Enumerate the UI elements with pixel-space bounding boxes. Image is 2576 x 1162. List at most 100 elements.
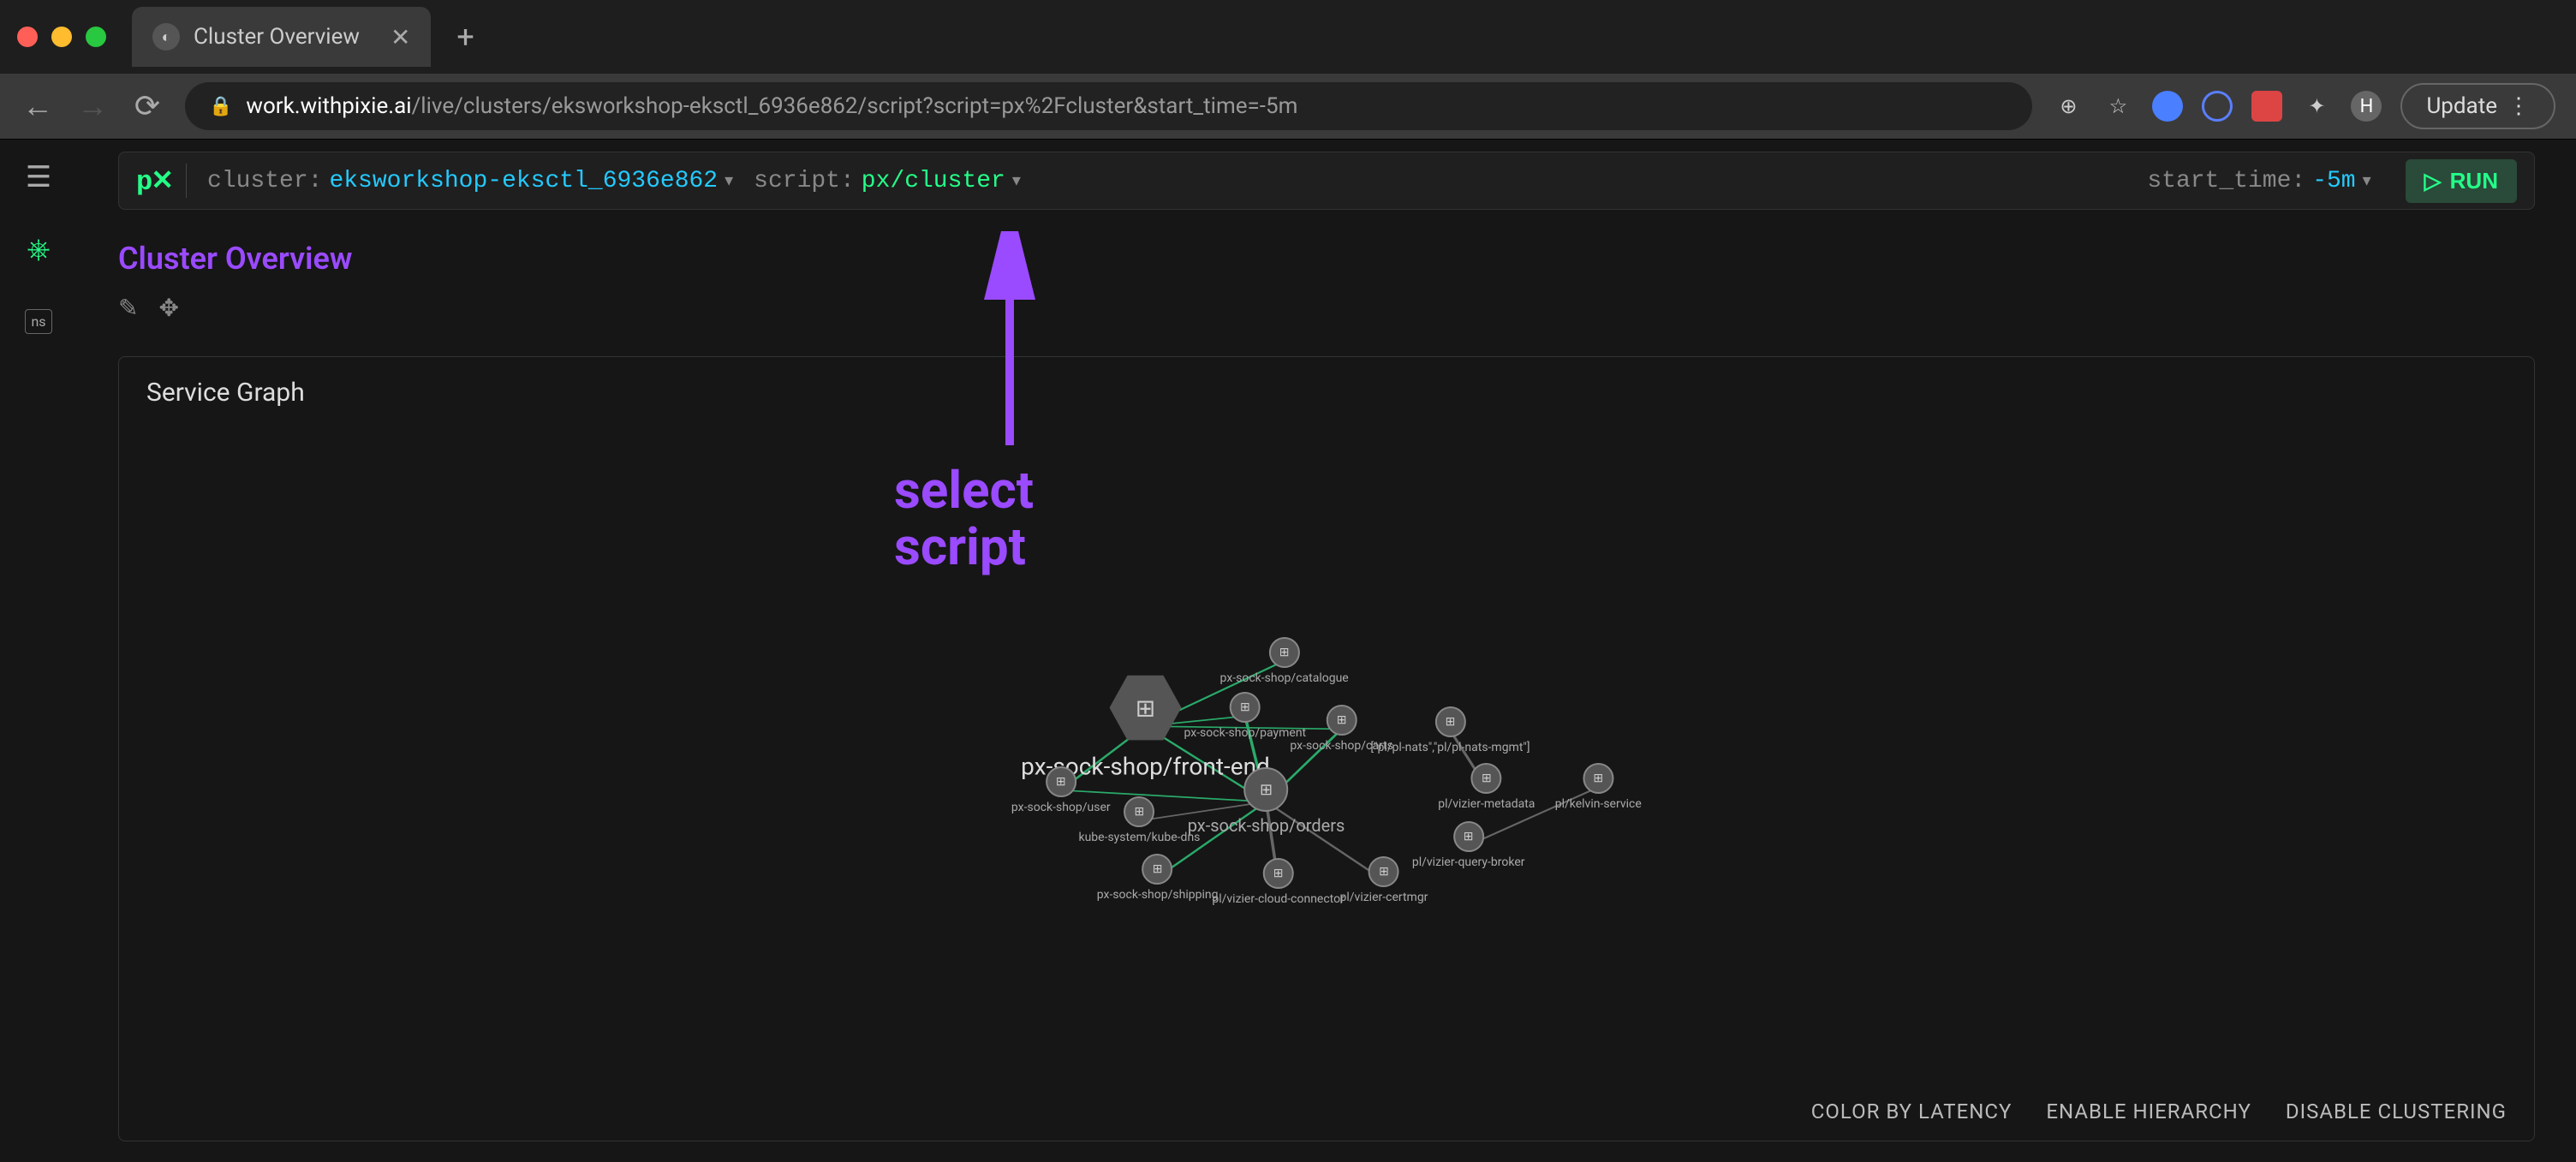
run-label: RUN [2450, 168, 2498, 194]
graph-node[interactable]: ⊞ kube-system/kube-dns [1078, 796, 1200, 844]
new-tab-button[interactable]: + [456, 19, 474, 55]
update-button[interactable]: Update ⋮ [2400, 83, 2555, 129]
node-label: px-sock-shop/shipping [1097, 888, 1219, 902]
graph-node[interactable]: ⊞ px-sock-shop/catalogue [1220, 637, 1349, 685]
lock-icon: 🔒 [209, 96, 232, 117]
script-selector[interactable]: script: px/cluster ▾ [754, 168, 1021, 194]
window-close-icon[interactable] [17, 27, 38, 47]
graph-edges [119, 428, 2534, 1082]
page-title: Cluster Overview [118, 241, 2535, 277]
extension-red-icon[interactable] [2251, 91, 2282, 122]
panel-title: Service Graph [119, 357, 2534, 428]
chevron-down-icon: ▾ [1012, 170, 1021, 192]
play-icon: ▷ [2424, 168, 2442, 194]
disable-clustering-button[interactable]: DISABLE CLUSTERING [2286, 1099, 2507, 1123]
traffic-lights [17, 27, 106, 47]
graph-node[interactable]: ⊞ ["pl/pl-nats","pl/pl-nats-mgmt"] [1370, 706, 1530, 754]
window-minimize-icon[interactable] [51, 27, 72, 47]
window-maximize-icon[interactable] [86, 27, 106, 47]
update-label: Update [2426, 93, 2497, 119]
service-icon: ⊞ [1124, 796, 1154, 827]
node-label: pl/vizier-query-broker [1412, 855, 1525, 869]
service-icon: ⊞ [1243, 767, 1288, 812]
cluster-selector[interactable]: cluster: eksworkshop-eksctl_6936e862 ▾ [207, 168, 733, 194]
namespace-button[interactable]: ns [18, 301, 59, 342]
start-time-value: -5m [2312, 168, 2355, 194]
main-content: p✕ cluster: eksworkshop-eksctl_6936e862 … [77, 140, 2576, 1162]
browser-actions: ⊕ ☆ ✦ H Update ⋮ [2053, 83, 2555, 129]
node-label: px-sock-shop/orders [1188, 815, 1345, 836]
panel-footer: COLOR BY LATENCY ENABLE HIERARCHY DISABL… [119, 1082, 2534, 1141]
service-icon: ⊞ [1269, 637, 1300, 668]
bookmark-icon[interactable]: ☆ [2102, 91, 2133, 122]
close-tab-icon[interactable]: ✕ [391, 23, 410, 51]
graph-node[interactable]: ⊞ pl/vizier-metadata [1438, 763, 1535, 811]
node-label: pl/vizier-certmgr [1340, 891, 1428, 904]
tab-bar: ◐ Cluster Overview ✕ + [0, 0, 2576, 74]
graph-node[interactable]: ⊞ px-sock-shop/orders [1188, 767, 1345, 836]
forward-button[interactable]: → [75, 88, 110, 124]
start-time-label: start_time: [2147, 168, 2305, 194]
graph-node[interactable]: ⊞ pl/vizier-query-broker [1412, 821, 1525, 869]
cluster-value: eksworkshop-eksctl_6936e862 [329, 168, 718, 194]
graph-node[interactable]: ⊞ pl/vizier-certmgr [1340, 856, 1428, 904]
graph-node[interactable]: ⊞ pl/vizier-cloud-connector [1212, 858, 1345, 906]
extension-diamond-icon[interactable] [2152, 91, 2183, 122]
top-controls: p✕ cluster: eksworkshop-eksctl_6936e862 … [118, 152, 2535, 210]
service-graph-panel: Service Graph select script ⊞px-sock-sho… [118, 356, 2535, 1141]
service-icon: ⊞ [1453, 821, 1484, 852]
start-time-selector[interactable]: start_time: -5m ▾ [2147, 168, 2370, 194]
tab-title: Cluster Overview [194, 24, 360, 50]
service-icon: ⊞ [1327, 705, 1357, 736]
node-label: pl/kelvin-service [1555, 797, 1642, 811]
graph-node[interactable]: ⊞pl/kelvin-service [1555, 763, 1642, 811]
ns-badge: ns [25, 309, 51, 334]
reload-button[interactable]: ⟳ [130, 88, 164, 124]
edit-icon[interactable]: ✎ [118, 294, 138, 322]
annotation-arrow-icon [975, 231, 1044, 454]
back-button[interactable]: ← [21, 88, 55, 124]
pixie-logo-icon: p✕ [136, 164, 187, 198]
node-label: ["pl/pl-nats","pl/pl-nats-mgmt"] [1370, 741, 1530, 754]
kebab-icon: ⋮ [2507, 93, 2530, 119]
menu-icon[interactable]: ☰ [18, 157, 59, 198]
chevron-down-icon: ▾ [2363, 170, 2371, 192]
node-label: px-sock-shop/payment [1184, 726, 1306, 740]
cluster-label: cluster: [207, 168, 322, 194]
search-icon[interactable]: ⊕ [2053, 91, 2084, 122]
page-actions: ✎ ✥ [118, 294, 2535, 322]
extension-circle-icon[interactable] [2202, 91, 2233, 122]
move-icon[interactable]: ✥ [158, 294, 178, 322]
service-icon: ⊞ [1046, 766, 1076, 797]
node-label: kube-system/kube-dns [1078, 831, 1200, 844]
graph-area[interactable]: select script ⊞px-sock-shop/front-end⊞px… [119, 428, 2534, 1082]
script-label: script: [754, 168, 855, 194]
service-icon: ⊞ [1471, 763, 1502, 794]
app: ☰ ⎈ ns p✕ cluster: eksworkshop-eksctl_69… [0, 140, 2576, 1162]
service-icon: ⊞ [1230, 692, 1261, 723]
browser-tab[interactable]: ◐ Cluster Overview ✕ [132, 7, 431, 67]
node-label: pl/vizier-metadata [1438, 797, 1535, 811]
graph-node[interactable]: ⊞ px-sock-shop/shipping [1097, 854, 1219, 902]
extensions-icon[interactable]: ✦ [2301, 91, 2332, 122]
service-icon: ⊞ [1263, 858, 1294, 889]
node-label: px-sock-shop/catalogue [1220, 671, 1349, 685]
script-value: px/cluster [862, 168, 1005, 194]
cluster-icon[interactable]: ⎈ [18, 229, 59, 270]
node-label: pl/vizier-cloud-connector [1212, 892, 1345, 906]
browser-chrome: ◐ Cluster Overview ✕ + ← → ⟳ 🔒 work.with… [0, 0, 2576, 140]
service-icon: ⊞ [1435, 706, 1466, 737]
enable-hierarchy-button[interactable]: ENABLE HIERARCHY [2046, 1099, 2251, 1123]
url-path: /live/clusters/eksworkshop-eksctl_6936e8… [412, 93, 1298, 119]
graph-node[interactable]: ⊞ px-sock-shop/payment [1184, 692, 1306, 740]
address-bar[interactable]: 🔒 work.withpixie.ai/live/clusters/ekswor… [185, 82, 2032, 130]
service-icon: ⊞ [1142, 854, 1173, 885]
sidebar: ☰ ⎈ ns [0, 140, 77, 1162]
url-host: work.withpixie.ai [246, 93, 411, 119]
run-button[interactable]: ▷ RUN [2406, 159, 2517, 203]
service-icon: ⊞ [1110, 672, 1182, 744]
chevron-down-icon: ▾ [724, 170, 733, 192]
service-icon: ⊞ [1368, 856, 1399, 887]
color-by-latency-button[interactable]: COLOR BY LATENCY [1811, 1099, 2012, 1123]
profile-avatar[interactable]: H [2351, 91, 2382, 122]
